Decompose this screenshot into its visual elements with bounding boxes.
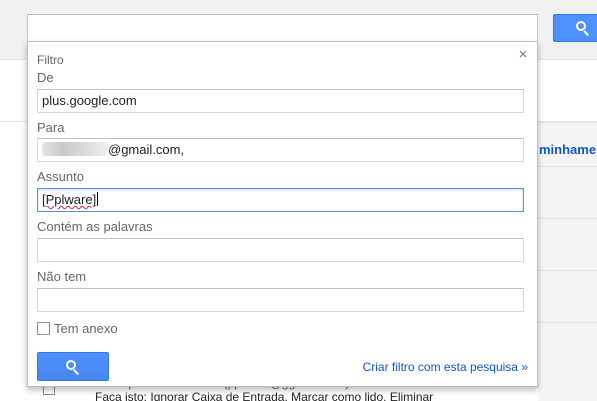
filter-panel: Filtro × De plus.google.com Para @gmail.… — [27, 41, 538, 387]
partial-link-text[interactable]: minhame — [539, 142, 597, 157]
doesnt-have-label: Não tem — [37, 269, 87, 284]
create-filter-link[interactable]: Criar filtro com esta pesquisa » — [363, 360, 528, 374]
subject-field[interactable]: [Pplware] — [37, 188, 524, 212]
search-icon — [576, 21, 590, 36]
has-attachment-checkbox[interactable] — [37, 322, 50, 335]
message-list-edge — [538, 122, 597, 401]
from-label: De — [37, 70, 54, 85]
panel-title: Filtro — [37, 53, 64, 67]
actions-list: Ignorar Caixa de Entrada, Marcar como li… — [150, 390, 434, 401]
from-field[interactable]: plus.google.com — [37, 89, 524, 113]
left-strip — [0, 122, 27, 401]
to-field[interactable]: @gmail.com, — [37, 138, 524, 162]
blurred-name — [42, 142, 108, 156]
to-value: @gmail.com, — [108, 142, 185, 157]
actions-prefix: Faça isto: — [95, 390, 148, 401]
text-caret — [97, 192, 99, 206]
search-button[interactable] — [37, 352, 109, 381]
main-search-button[interactable] — [553, 14, 597, 42]
has-words-field[interactable] — [37, 238, 524, 262]
doesnt-have-field[interactable] — [37, 288, 524, 312]
has-attachment-label: Tem anexo — [54, 321, 118, 336]
has-words-label: Contém as palavras — [37, 219, 153, 234]
close-icon[interactable]: × — [516, 47, 530, 62]
main-search-input[interactable] — [27, 14, 538, 42]
search-icon — [66, 360, 80, 375]
to-label: Para — [37, 120, 65, 135]
subject-value: [Pplware] — [42, 192, 97, 207]
filter-actions-text: Faça isto: Ignorar Caixa de Entrada, Mar… — [95, 390, 433, 401]
subject-label: Assunto — [37, 169, 84, 184]
